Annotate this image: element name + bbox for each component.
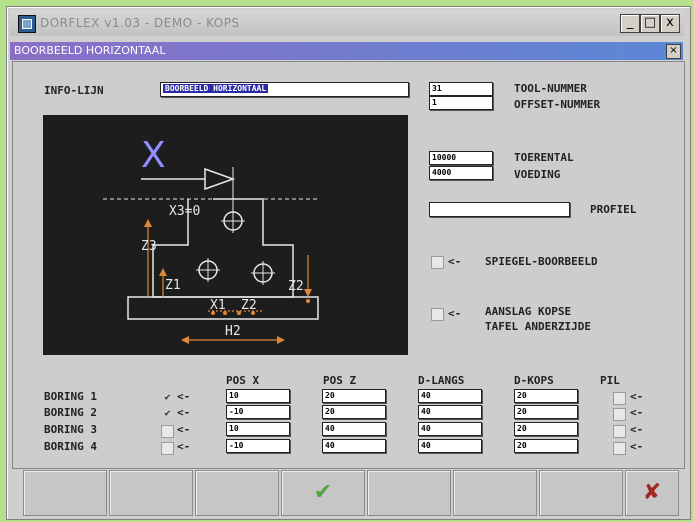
dialog-close-button[interactable]: × — [666, 44, 681, 59]
boorbeeld-diagram: X X3=0 Z3 Z1 X1 Z2 Z2 H2 — [43, 115, 408, 355]
spiegel-label: SPIEGEL-BOORBEELD — [485, 255, 598, 268]
title-bar[interactable]: DORFLEX v1.03 - DEMO - KOPS _ □ x — [10, 10, 684, 36]
boring-4-pos-x[interactable]: -10 — [226, 439, 290, 453]
info-lijn-input[interactable]: BOORBEELD HORIZONTAAL — [160, 82, 409, 97]
minimize-button[interactable]: _ — [620, 14, 640, 33]
diagram-x-label: X — [141, 135, 166, 176]
spiegel-checkbox[interactable] — [431, 256, 444, 269]
info-lijn-label: INFO-LIJN — [44, 84, 104, 97]
function-key-5[interactable] — [367, 470, 451, 516]
app-icon — [18, 15, 36, 33]
aanslag-label-line2: TAFEL ANDERZIJDE — [485, 320, 591, 333]
spiegel-arrow-icon: <- — [448, 255, 462, 268]
toerental-label: TOERENTAL — [514, 151, 574, 164]
boring-2-pos-z[interactable]: 20 — [322, 405, 386, 419]
function-key-7[interactable] — [539, 470, 623, 516]
checkmark-icon: ✔ — [313, 480, 333, 505]
dialog-title: BOORBEELD HORIZONTAAL — [14, 44, 166, 57]
header-pos-x: POS X — [226, 374, 260, 387]
boring-3-pil-arrow-icon: <- — [630, 423, 644, 436]
boring-3-arrow-icon: <- — [177, 423, 191, 436]
voeding-label: VOEDING — [514, 168, 561, 181]
cancel-button[interactable]: ✘ — [625, 470, 679, 516]
header-d-kops: D-KOPS — [514, 374, 554, 387]
boring-3-checkbox[interactable] — [161, 425, 174, 438]
boring-4-pil-checkbox[interactable] — [613, 442, 626, 455]
boring-3-d-kops[interactable]: 20 — [514, 422, 578, 436]
window-title: DORFLEX v1.03 - DEMO - KOPS — [40, 16, 240, 30]
boring-1-pil-checkbox[interactable] — [613, 392, 626, 405]
boring-4-arrow-icon: <- — [177, 440, 191, 453]
offset-nummer-input[interactable]: 1 — [429, 96, 493, 110]
boring-3-pos-x[interactable]: 10 — [226, 422, 290, 436]
header-pil: PIL — [600, 374, 620, 387]
function-key-6[interactable] — [453, 470, 537, 516]
boring-2-label: BORING 2 — [44, 406, 97, 419]
boring-1-pos-z[interactable]: 20 — [322, 389, 386, 403]
z2-bottom-label: Z2 — [241, 298, 257, 313]
tool-nummer-input[interactable]: 31 — [429, 82, 493, 96]
boring-2-pil-arrow-icon: <- — [630, 406, 644, 419]
info-lijn-value: BOORBEELD HORIZONTAAL — [163, 84, 269, 93]
close-button[interactable]: x — [660, 14, 680, 33]
boring-2-d-kops[interactable]: 20 — [514, 405, 578, 419]
header-pos-z: POS Z — [323, 374, 357, 387]
toerental-input[interactable]: 10000 — [429, 151, 493, 165]
boring-2-pil-checkbox[interactable] — [613, 408, 626, 421]
aanslag-checkbox[interactable] — [431, 308, 444, 321]
boring-2-arrow-icon: <- — [177, 406, 191, 419]
boring-1-arrow-icon: <- — [177, 390, 191, 403]
boring-3-d-langs[interactable]: 40 — [418, 422, 482, 436]
boring-3-pil-checkbox[interactable] — [613, 425, 626, 438]
boring-4-d-kops[interactable]: 20 — [514, 439, 578, 453]
cross-icon: ✘ — [642, 480, 662, 505]
x1-label: X1 — [210, 298, 226, 313]
function-key-3[interactable] — [195, 470, 279, 516]
boring-2-pos-x[interactable]: -10 — [226, 405, 290, 419]
function-key-1[interactable] — [23, 470, 107, 516]
boring-4-label: BORING 4 — [44, 440, 97, 453]
function-key-bar: ✔ ✘ — [14, 470, 679, 516]
h2-label: H2 — [225, 324, 241, 339]
boring-3-label: BORING 3 — [44, 423, 97, 436]
z2-side-label: Z2 — [288, 279, 304, 294]
x3-label: X3=0 — [169, 204, 200, 219]
boring-1-label: BORING 1 — [44, 390, 97, 403]
confirm-button[interactable]: ✔ — [281, 470, 365, 516]
z3-label: Z3 — [141, 239, 157, 254]
profiel-input[interactable] — [429, 202, 570, 217]
offset-nummer-label: OFFSET-NUMMER — [514, 98, 601, 111]
function-key-2[interactable] — [109, 470, 193, 516]
boring-4-checkbox[interactable] — [161, 442, 174, 455]
diagram-svg: X X3=0 Z3 Z1 X1 Z2 Z2 H2 — [103, 135, 319, 344]
boring-2-d-langs[interactable]: 40 — [418, 405, 482, 419]
aanslag-arrow-icon: <- — [448, 307, 462, 320]
tool-nummer-label: TOOL-NUMMER — [514, 82, 587, 95]
voeding-input[interactable]: 4000 — [429, 166, 493, 180]
aanslag-label-line1: AANSLAG KOPSE — [485, 305, 572, 318]
boring-2-checkbox[interactable]: ✔ — [161, 408, 174, 421]
boring-4-pos-z[interactable]: 40 — [322, 439, 386, 453]
boring-1-pil-arrow-icon: <- — [630, 390, 644, 403]
boring-1-checkbox[interactable]: ✔ — [161, 392, 174, 405]
boring-4-pil-arrow-icon: <- — [630, 440, 644, 453]
header-d-langs: D-LANGS — [418, 374, 465, 387]
profiel-label: PROFIEL — [590, 203, 637, 216]
maximize-button[interactable]: □ — [640, 14, 660, 33]
dialog-title-bar: BOORBEELD HORIZONTAAL × — [10, 42, 683, 60]
boring-1-pos-x[interactable]: 10 — [226, 389, 290, 403]
boring-1-d-kops[interactable]: 20 — [514, 389, 578, 403]
boring-1-d-langs[interactable]: 40 — [418, 389, 482, 403]
boring-3-pos-z[interactable]: 40 — [322, 422, 386, 436]
z1-label: Z1 — [165, 278, 181, 293]
axis-arrow-icon — [204, 167, 236, 191]
boring-4-d-langs[interactable]: 40 — [418, 439, 482, 453]
